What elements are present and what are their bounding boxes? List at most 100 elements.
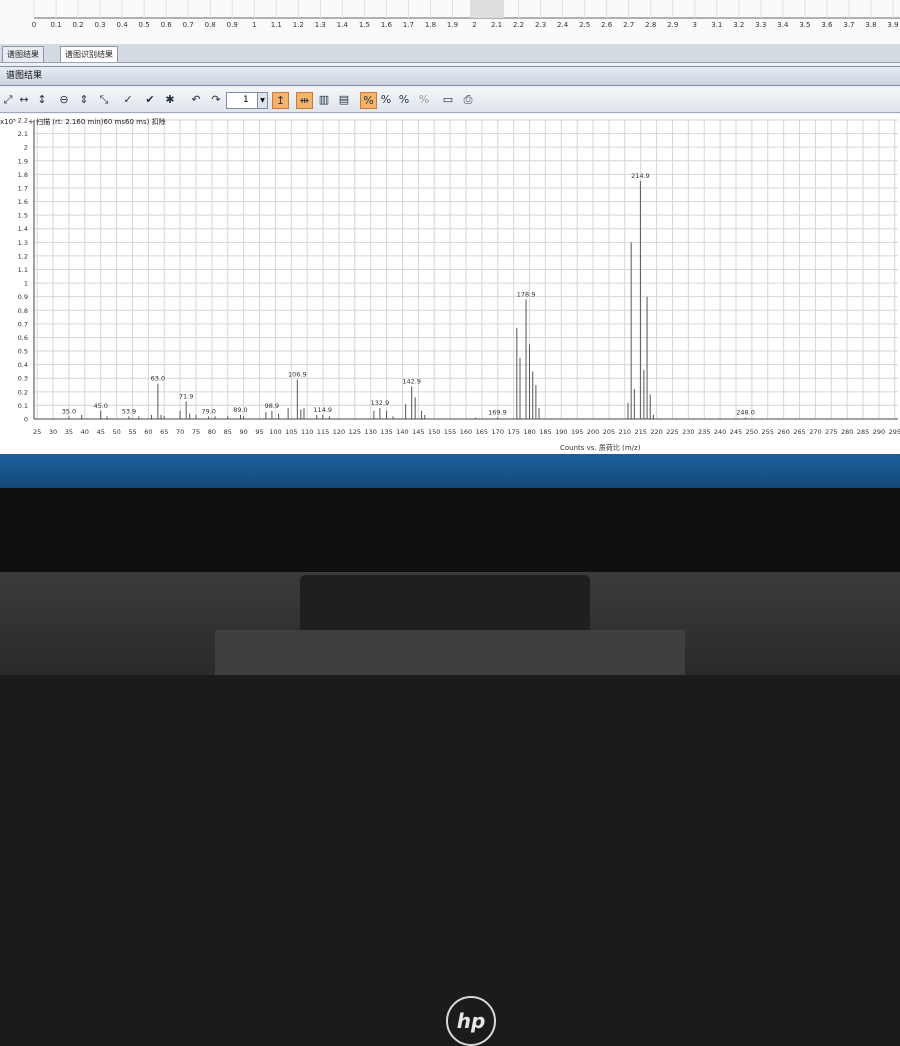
tic-x-tick-label: 2.2	[513, 21, 524, 29]
y-tick-label: 2.2	[18, 117, 28, 125]
peak-label: 132.9	[371, 399, 390, 407]
x-tick-label: 140	[396, 428, 408, 436]
spectrum-x-axis-label: Counts vs. 质荷比 (m/z)	[560, 444, 641, 452]
y-tick-label: 1.4	[18, 225, 28, 233]
x-tick-label: 205	[603, 428, 615, 436]
x-tick-label: 70	[176, 428, 184, 436]
y-tick-label: 1.6	[18, 198, 28, 206]
x-tick-label: 175	[507, 428, 519, 436]
check-icon[interactable]: ✓	[120, 92, 136, 108]
x-tick-label: 80	[208, 428, 216, 436]
check-star-icon[interactable]: ✱	[162, 92, 178, 108]
x-tick-label: 190	[555, 428, 567, 436]
y-tick-label: 1.7	[18, 184, 28, 192]
percent-icon[interactable]: %	[378, 92, 394, 108]
panel-title: 谱图结果	[6, 71, 43, 81]
tic-x-tick-label: 3.6	[821, 21, 833, 29]
tic-x-tick-label: 0.4	[117, 21, 129, 29]
chevron-down-icon[interactable]: ▼	[257, 93, 267, 108]
tic-x-tick-label: 0.7	[183, 21, 194, 29]
x-tick-label: 255	[762, 428, 774, 436]
redo-icon[interactable]: ↷	[208, 92, 224, 108]
bar-chart-alt-icon[interactable]: ▤	[336, 92, 352, 108]
x-tick-label: 55	[128, 428, 136, 436]
x-tick-label: 105	[285, 428, 297, 436]
y-tick-label: 0	[24, 416, 28, 424]
print-icon[interactable]: ⎙	[460, 92, 476, 108]
tic-x-tick-label: 1.6	[381, 21, 393, 29]
tic-x-tick-label: 0.5	[139, 21, 150, 29]
tic-x-tick-label: 3	[693, 21, 697, 29]
bar-chart-icon[interactable]: ▥	[316, 92, 332, 108]
tab-spectrum-results[interactable]: 谱图结果	[2, 46, 44, 62]
tic-x-tick-label: 3.3	[755, 21, 766, 29]
windows-taskbar	[0, 454, 900, 488]
vertical-arrows-icon[interactable]: ↕	[34, 92, 50, 108]
x-tick-label: 145	[412, 428, 424, 436]
tic-x-tick-label: 3.8	[865, 21, 876, 29]
x-tick-label: 90	[240, 428, 248, 436]
x-tick-label: 95	[255, 428, 263, 436]
spectrum-header: + 扫描 (rt: 2.160 min)60 ms60 ms) 扣除	[28, 118, 166, 126]
peak-label: 63.0	[151, 375, 165, 383]
x-tick-label: 65	[160, 428, 168, 436]
autoscale-xy-icon[interactable]: ⤡	[96, 92, 112, 108]
tic-x-tick-label: 1.7	[403, 21, 414, 29]
peak-label: 114.9	[313, 406, 332, 414]
percent-icon[interactable]: %	[360, 92, 377, 109]
tic-x-tick-label: 2.6	[601, 21, 613, 29]
x-tick-label: 60	[144, 428, 152, 436]
tic-x-tick-label: 0.2	[72, 21, 83, 29]
tab-spectrum-identification[interactable]: 谱图识别结果	[60, 46, 118, 62]
tic-x-tick-label: 1.1	[271, 21, 282, 29]
monitor-stand-base	[215, 630, 685, 675]
tic-x-tick-label: 1.3	[315, 21, 326, 29]
tic-chart-panel: 0 0.1 0.2 0.3 0.4 0.5 0.6 0.7 0.8 0.9 1 1.1 1.2 1.3 1.…	[0, 0, 900, 44]
tic-x-tick-label: 3.9	[887, 21, 898, 29]
tic-x-tick-label: 1.4	[337, 21, 349, 29]
tic-x-tick-label: 2.1	[491, 21, 502, 29]
y-tick-label: 0.7	[18, 320, 28, 328]
horizontal-arrows-icon[interactable]: ↔	[16, 92, 32, 108]
tic-x-tick-label: 3.2	[733, 21, 744, 29]
tic-x-tick-label: 0	[32, 21, 36, 29]
y-tick-label: 1.9	[18, 157, 28, 165]
y-tick-label: 0.3	[18, 375, 28, 383]
x-tick-label: 245	[730, 428, 742, 436]
spectrum-toolbar: ⤢ ↔ ↕ ⊖ ⇕ ⤡ ✓ ✔ ✱ ↶ ↷ 1 ▼ ↥ ⇹ ▥ ▤ % % % …	[0, 88, 900, 113]
peak-label: 45.0	[93, 402, 107, 410]
x-tick-label: 125	[349, 428, 361, 436]
move-icon[interactable]: ⤢	[0, 92, 16, 108]
camera-icon[interactable]: ▭	[440, 92, 456, 108]
tic-x-tick-label: 1.9	[447, 21, 458, 29]
tic-x-tick-label: 1.2	[293, 21, 304, 29]
zoom-out-icon[interactable]: ⊖	[56, 92, 72, 108]
x-tick-label: 195	[571, 428, 583, 436]
x-tick-label: 155	[444, 428, 456, 436]
tab-strip: 谱图结果 谱图识别结果	[0, 44, 900, 63]
percent-grey-icon[interactable]: %	[416, 92, 432, 108]
x-tick-label: 260	[777, 428, 789, 436]
y-tick-label: 0.1	[18, 402, 28, 410]
tic-x-tick-label: 0.1	[50, 21, 61, 29]
check-arrow-icon[interactable]: ✔	[142, 92, 158, 108]
peak-marker-icon[interactable]: ↥	[272, 92, 289, 109]
tic-x-tick-label: 2.3	[535, 21, 546, 29]
x-tick-label: 250	[746, 428, 758, 436]
x-tick-label: 30	[49, 428, 57, 436]
peak-label: 35.0	[62, 407, 76, 415]
autoscale-y-icon[interactable]: ⇕	[76, 92, 92, 108]
y-tick-label: 1.5	[18, 212, 28, 220]
percent-mixed-icon[interactable]: %	[396, 92, 412, 108]
x-tick-label: 150	[428, 428, 440, 436]
scan-select[interactable]: 1 ▼	[226, 92, 268, 109]
x-tick-label: 40	[81, 428, 89, 436]
tic-x-tick-label: 3.4	[777, 21, 789, 29]
y-tick-label: 0.5	[18, 348, 28, 356]
scan-select-value: 1	[243, 95, 249, 105]
link-arrows-icon[interactable]: ⇹	[296, 92, 313, 109]
undo-icon[interactable]: ↶	[188, 92, 204, 108]
peak-label: 53.9	[122, 407, 136, 415]
y-tick-label: 1	[24, 280, 28, 288]
y-tick-label: 2.1	[18, 130, 28, 138]
